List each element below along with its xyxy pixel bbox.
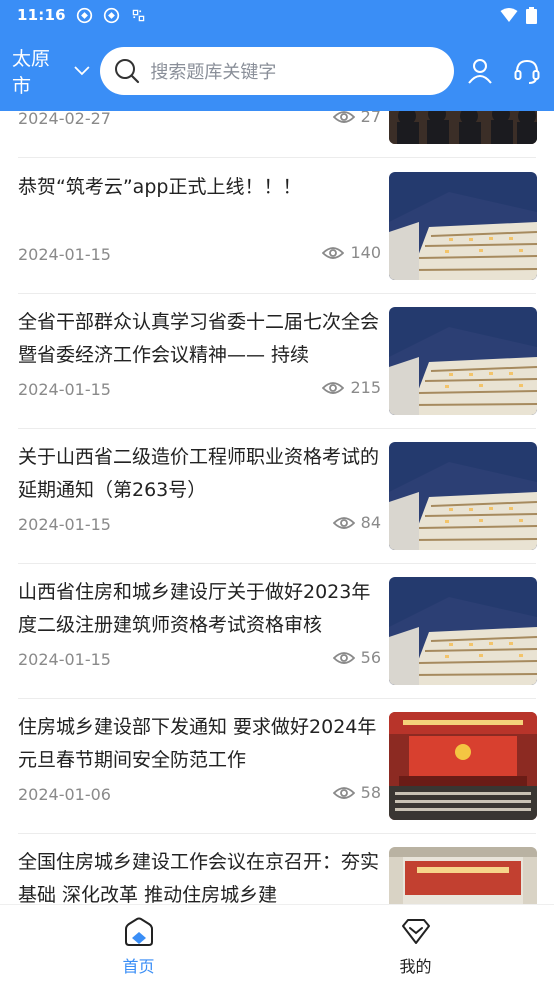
eye-icon (332, 786, 355, 799)
top-header: 太原市 搜索题库关键字 (0, 30, 554, 111)
app-notification-icon (103, 7, 119, 23)
city-label: 太原市 (12, 47, 51, 97)
status-bar: 11:16 (0, 0, 554, 30)
article-item[interactable]: 恭贺“筑考云”app正式上线！！！ 2024-01-15 140 (0, 159, 554, 294)
bottom-tab-bar: 首页 我的 (0, 904, 554, 986)
article-title: 关于山西省二级造价工程师职业资格考试的延期通知（第263号） (18, 446, 380, 501)
meeting-photo (389, 111, 537, 144)
article-date: 2024-01-15 (18, 245, 111, 264)
view-count: 215 (350, 378, 381, 397)
view-count: 140 (350, 243, 381, 262)
campus-night-photo (389, 577, 537, 685)
search-placeholder: 搜索题库关键字 (150, 61, 277, 83)
article-views: 140 (322, 243, 381, 262)
app-notification-icon (76, 7, 92, 23)
article-item[interactable]: 2024-02-27 27 (0, 111, 554, 158)
article-views: 58 (332, 783, 381, 802)
campus-night-photo (389, 442, 537, 550)
article-title: 山西省住房和城乡建设厅关于做好2023年度二级注册建筑师资格考试资格审核 (18, 581, 371, 636)
customer-service-icon[interactable] (512, 56, 542, 86)
article-title: 全省干部群众认真学习省委十二届七次全会暨省委经济工作会议精神—— 持续 (18, 311, 380, 366)
article-title: 住房城乡建设部下发通知 要求做好2024年元旦春节期间安全防范工作 (18, 716, 377, 771)
article-date: 2024-01-15 (18, 515, 111, 534)
article-views: 27 (332, 111, 381, 126)
article-title: 全国住房城乡建设工作会议在京召开：夯实基础 深化改革 推动住房城乡建 (18, 851, 380, 904)
view-count: 27 (360, 111, 381, 126)
article-date: 2024-01-06 (18, 785, 111, 804)
divider (18, 157, 536, 158)
article-views: 56 (332, 648, 381, 667)
article-views: 215 (322, 378, 381, 397)
conference-hall-photo (389, 847, 537, 904)
eye-icon (332, 651, 355, 664)
article-title: 恭贺“筑考云”app正式上线！！！ (18, 176, 302, 198)
status-time: 11:16 (17, 6, 66, 24)
chevron-down-icon (74, 65, 90, 75)
view-count: 56 (360, 648, 381, 667)
conference-hall-photo (389, 712, 537, 820)
article-date: 2024-01-15 (18, 650, 111, 669)
article-item[interactable]: 山西省住房和城乡建设厅关于做好2023年度二级注册建筑师资格考试资格审核 202… (0, 564, 554, 699)
search-input[interactable]: 搜索题库关键字 (100, 46, 454, 95)
article-feed[interactable]: 2024-02-27 27 恭贺“筑考云”app正式上线！！！ 2024-01-… (0, 111, 554, 904)
tab-mine-label: 我的 (399, 957, 432, 976)
article-views: 84 (332, 513, 381, 532)
city-selector[interactable]: 太原市 (12, 44, 90, 98)
article-item[interactable]: 全国住房城乡建设工作会议在京召开：夯实基础 深化改革 推动住房城乡建 (0, 834, 554, 904)
eye-icon (332, 516, 355, 529)
battery-icon (526, 6, 537, 24)
diamond-icon (401, 919, 430, 944)
tab-home[interactable]: 首页 (0, 905, 277, 986)
eye-icon (322, 381, 345, 394)
campus-night-photo (389, 307, 537, 415)
home-icon (124, 917, 153, 946)
user-icon[interactable] (466, 56, 496, 86)
view-count: 58 (360, 783, 381, 802)
article-item[interactable]: 全省干部群众认真学习省委十二届七次全会暨省委经济工作会议精神—— 持续 2024… (0, 294, 554, 429)
article-item[interactable]: 关于山西省二级造价工程师职业资格考试的延期通知（第263号） 2024-01-1… (0, 429, 554, 564)
wifi-icon (500, 8, 518, 22)
eye-icon (332, 111, 355, 123)
campus-night-photo (389, 172, 537, 280)
view-count: 84 (360, 513, 381, 532)
tab-mine[interactable]: 我的 (277, 905, 554, 986)
article-item[interactable]: 住房城乡建设部下发通知 要求做好2024年元旦春节期间安全防范工作 2024-0… (0, 699, 554, 834)
tab-home-label: 首页 (122, 957, 155, 976)
article-date: 2024-01-15 (18, 380, 111, 399)
search-icon (115, 58, 140, 83)
grid-icon (132, 9, 144, 21)
eye-icon (322, 246, 345, 259)
article-date: 2024-02-27 (18, 111, 111, 128)
